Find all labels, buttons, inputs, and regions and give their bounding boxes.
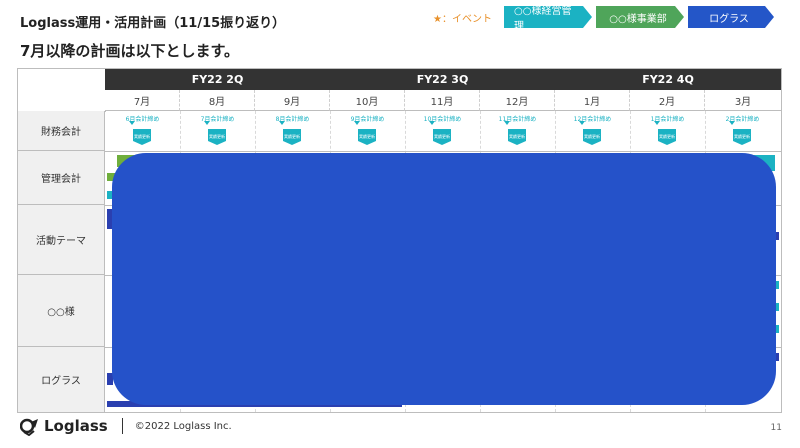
finance-badge: 実績更新 <box>133 129 151 145</box>
legend-chip-client-management: ○○様経営管理 <box>504 6 592 28</box>
quarter-header: FY22 4Q <box>555 69 781 90</box>
row-label-activity-theme: 活動テーマ <box>18 205 105 275</box>
finance-event: 1月会計締め 実績更新 <box>630 112 705 150</box>
quarter-header: FY22 3Q <box>330 69 556 90</box>
finance-event: 6月会計締め 実績更新 <box>105 112 180 150</box>
legend-chip-loglass: ログラス <box>688 6 774 28</box>
finance-event-label: 7月会計締め <box>200 116 235 123</box>
slide-title: Loglass運用・活用計画（11/15振り返り） <box>20 16 286 31</box>
row-label-financial-accounting: 財務会計 <box>18 111 105 151</box>
finance-event-label: 1月会計締め <box>650 116 685 123</box>
logo-text: Loglass <box>44 417 108 435</box>
finance-event-label: 2月会計締め <box>725 116 760 123</box>
month-header: 11月 <box>405 90 480 111</box>
finance-event: 9月会計締め 実績更新 <box>330 112 405 150</box>
event-marker-icon <box>729 121 735 125</box>
row-divider <box>105 151 781 152</box>
row-label-management-accounting: 管理会計 <box>18 151 105 205</box>
legend: ★：イベント ○○様経営管理 ○○様事業部 ログラス <box>433 6 774 28</box>
month-header: 8月 <box>180 90 255 111</box>
finance-event: 2月会計締め 実績更新 <box>705 112 780 150</box>
finance-badge: 実績更新 <box>658 129 676 145</box>
finance-event-label: 10月会計締め <box>423 116 462 123</box>
quarter-header: FY22 2Q <box>105 69 331 90</box>
copyright: ©2022 Loglass Inc. <box>134 420 232 432</box>
event-marker-icon <box>654 121 660 125</box>
finance-event: 12月会計締め 実績更新 <box>555 112 630 150</box>
table-corner <box>18 69 106 112</box>
loglass-logo: Loglass <box>20 416 108 436</box>
finance-badge: 実績更新 <box>358 129 376 145</box>
finance-badge: 実績更新 <box>583 129 601 145</box>
footer: Loglass ©2022 Loglass Inc. <box>20 416 232 436</box>
event-marker-icon <box>204 121 210 125</box>
month-header: 3月 <box>705 90 781 111</box>
event-marker-icon <box>129 121 135 125</box>
month-header: 1月 <box>555 90 630 111</box>
finance-event-label: 8月会計締め <box>275 116 310 123</box>
footer-divider <box>121 418 123 434</box>
finance-badge: 実績更新 <box>733 129 751 145</box>
finance-badge: 実績更新 <box>208 129 226 145</box>
finance-badge: 実績更新 <box>283 129 301 145</box>
event-marker-icon <box>504 121 510 125</box>
event-marker-icon <box>429 121 435 125</box>
finance-event: 8月会計締め 実績更新 <box>255 112 330 150</box>
finance-event-label: 6月会計締め <box>125 116 160 123</box>
legend-chip-client-division: ○○様事業部 <box>596 6 684 28</box>
event-marker-icon <box>354 121 360 125</box>
month-header: 12月 <box>480 90 555 111</box>
finance-event-label: 12月会計締め <box>573 116 612 123</box>
slide-subtitle: 7月以降の計画は以下とします。 <box>20 42 239 60</box>
loglass-logo-icon <box>20 418 38 436</box>
event-marker-icon <box>279 121 285 125</box>
month-header: 10月 <box>330 90 405 111</box>
finance-badge: 実績更新 <box>433 129 451 145</box>
row-label-client: ○○様 <box>18 275 105 347</box>
finance-event: 7月会計締め 実績更新 <box>180 112 255 150</box>
redaction-overlay <box>112 153 776 405</box>
finance-event: 11月会計締め 実績更新 <box>480 112 555 150</box>
finance-event: 10月会計締め 実績更新 <box>405 112 480 150</box>
finance-badge: 実績更新 <box>508 129 526 145</box>
finance-event-label: 9月会計締め <box>350 116 385 123</box>
row-label-loglass: ログラス <box>18 347 105 412</box>
month-header: 7月 <box>105 90 180 111</box>
event-marker-icon <box>579 121 585 125</box>
page-number: 11 <box>770 423 782 433</box>
finance-event-label: 11月会計締め <box>498 116 537 123</box>
month-header: 2月 <box>630 90 705 111</box>
legend-event: ★：イベント <box>433 13 492 25</box>
month-header: 9月 <box>255 90 330 111</box>
